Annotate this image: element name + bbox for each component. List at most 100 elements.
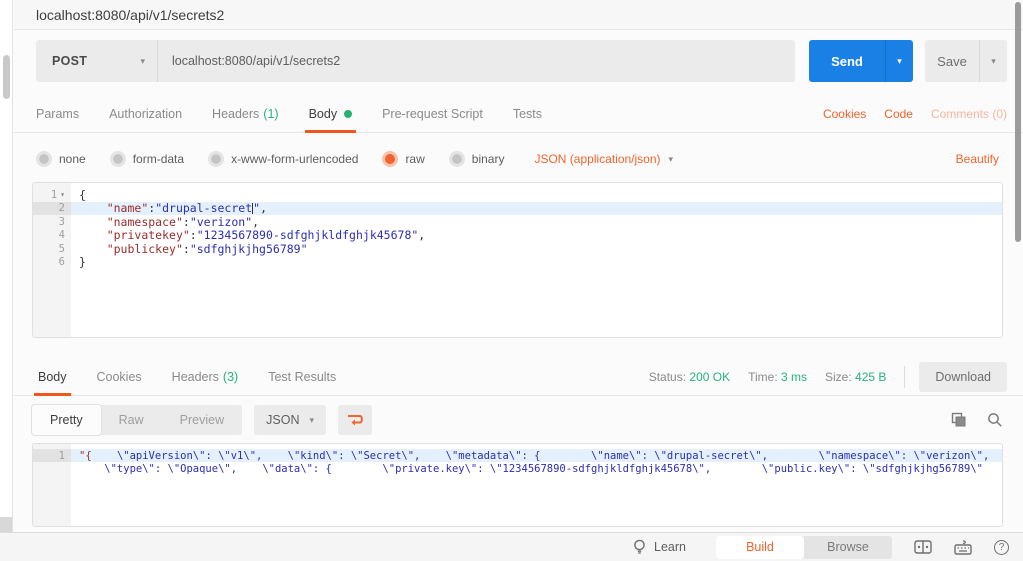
request-builder-row: POST ▾ localhost:8080/api/v1/secrets2 Se… [36,40,1007,82]
status-bar: Learn Build Browse [0,532,1023,561]
code-line: "name":"drupal-secret", [71,202,1002,216]
response-format-select[interactable]: JSON ▾ [254,405,326,435]
content-type-select[interactable]: JSON (application/json) ▾ [534,152,673,166]
response-tabs-row: Body Cookies Headers(3) Test Results Sta… [14,358,1023,396]
line-number: 2 [33,202,71,216]
search-button[interactable] [987,412,1003,428]
status-bar-right: Learn Build Browse [633,536,1023,559]
editor-line[interactable]: 5 "publickey":"sdfghjkjhg56789" [33,242,1002,256]
cookies-link[interactable]: Cookies [823,107,866,121]
copy-button[interactable] [951,412,967,428]
view-preview-button[interactable]: Preview [162,405,242,435]
request-links: Cookies Code Comments (0) [805,107,1007,121]
editor-line[interactable]: 3 "namespace":"verizon", [33,215,1002,229]
chevron-down-icon: ▾ [309,415,314,426]
tab-body[interactable]: Body [309,96,353,132]
code-link[interactable]: Code [884,107,913,121]
url-input[interactable]: localhost:8080/api/v1/secrets2 [158,40,795,82]
download-button[interactable]: Download [919,362,1007,392]
response-tab-headers[interactable]: Headers(3) [172,358,239,395]
radio-icon [449,151,465,167]
send-button[interactable]: Send [809,40,885,82]
editor-line[interactable]: 2 "name":"drupal-secret", [33,202,1002,216]
help-button[interactable]: ? [994,540,1009,555]
response-headers-count: (3) [223,370,238,384]
lightbulb-icon [633,539,646,555]
tab-authorization[interactable]: Authorization [109,96,182,132]
chevron-down-icon: ▾ [669,154,674,165]
radio-icon [36,151,52,167]
shortcuts-button[interactable] [954,540,972,555]
editor-line[interactable]: 1"{ \"apiVersion\": \"v1\", \"kind\": \"… [33,449,1002,462]
line-number: 1▾ [33,188,71,202]
view-raw-button[interactable]: Raw [101,405,162,435]
mode-form-data[interactable]: form-data [110,151,184,167]
response-tab-test-results[interactable]: Test Results [268,358,336,395]
active-tab-underline [305,130,357,133]
view-mode-group: Pretty Raw Preview [32,405,242,435]
line-number: 1 [33,449,71,462]
body-mode-row: none form-data x-www-form-urlencoded raw… [36,143,999,175]
tab-params[interactable]: Params [36,96,79,132]
save-button[interactable]: Save [925,40,979,82]
view-pretty-button[interactable]: Pretty [32,405,101,435]
two-pane-layout-button[interactable] [914,540,932,554]
collapsed-sidebar [0,0,13,532]
two-pane-layout-icon [914,540,932,554]
response-status-group: Status: 200 OK Time: 3 ms Size: 425 B Do… [631,362,1007,392]
editor-line[interactable]: 4 "privatekey":"1234567890-sdfghjkldfghj… [33,229,1002,243]
body-modified-dot-icon [344,110,352,118]
wrap-text-button[interactable] [338,405,372,435]
code-line: \"type\": \"Opaque\", \"data\": { \"priv… [71,462,1003,475]
sidebar-scrollbar[interactable] [3,55,10,99]
request-tab-title[interactable]: localhost:8080/api/v1/secrets2 [36,7,224,23]
chevron-down-icon: ▾ [991,56,996,67]
mode-x-www-form-urlencoded[interactable]: x-www-form-urlencoded [208,151,358,167]
method-select[interactable]: POST ▾ [36,40,158,82]
send-button-group: Send ▾ [809,40,913,82]
beautify-link[interactable]: Beautify [956,152,999,166]
tab-headers[interactable]: Headers(1) [212,96,279,132]
browse-toggle-button[interactable]: Browse [804,536,892,559]
code-line: } [71,256,1002,270]
send-options-button[interactable]: ▾ [885,40,913,82]
build-toggle-button[interactable]: Build [716,536,804,559]
sidebar-toggle-icon[interactable] [0,517,12,532]
main-pane: localhost:8080/api/v1/secrets2 POST ▾ lo… [14,0,1023,532]
response-time: Time: 3 ms [748,370,807,384]
response-body-editor[interactable]: 1"{ \"apiVersion\": \"v1\", \"kind\": \"… [32,443,1003,527]
save-options-button[interactable]: ▾ [979,40,1007,82]
line-number: 3 [33,215,71,229]
tab-tests[interactable]: Tests [513,96,542,132]
chevron-down-icon: ▾ [140,56,145,67]
mode-none[interactable]: none [36,151,86,167]
learn-button[interactable]: Learn [633,539,686,555]
fold-caret-icon[interactable]: ▾ [60,190,65,199]
line-number: 4 [33,229,71,243]
code-line: "{ \"apiVersion\": \"v1\", \"kind\": \"S… [71,449,1003,462]
mode-raw[interactable]: raw [382,151,424,167]
save-button-group: Save ▾ [925,40,1007,82]
mode-binary[interactable]: binary [449,151,505,167]
response-action-icons [931,412,1003,428]
comments-link[interactable]: Comments (0) [931,107,1007,121]
url-value: localhost:8080/api/v1/secrets2 [172,54,340,68]
status-code: Status: 200 OK [649,370,730,384]
request-body-editor[interactable]: 1▾{2 "name":"drupal-secret",3 "namespace… [32,182,1003,338]
response-tab-body[interactable]: Body [38,358,67,395]
method-label: POST [52,54,87,68]
vertical-scrollbar[interactable] [1015,2,1021,242]
editor-line[interactable]: \"type\": \"Opaque\", \"data\": { \"priv… [33,462,1002,475]
response-tab-cookies[interactable]: Cookies [97,358,142,395]
divider [904,366,905,388]
build-browse-toggle: Build Browse [716,536,892,559]
keyboard-icon [954,540,972,555]
line-number: 6 [33,256,71,270]
editor-line[interactable]: 6} [33,256,1002,270]
code-line: "privatekey":"1234567890-sdfghjkldfghjk4… [71,229,1002,243]
editor-line[interactable]: 1▾{ [33,188,1002,202]
search-icon [987,412,1003,428]
tab-pre-request-script[interactable]: Pre-request Script [382,96,483,132]
wrap-text-icon [347,413,363,427]
response-size: Size: 425 B [825,370,886,384]
